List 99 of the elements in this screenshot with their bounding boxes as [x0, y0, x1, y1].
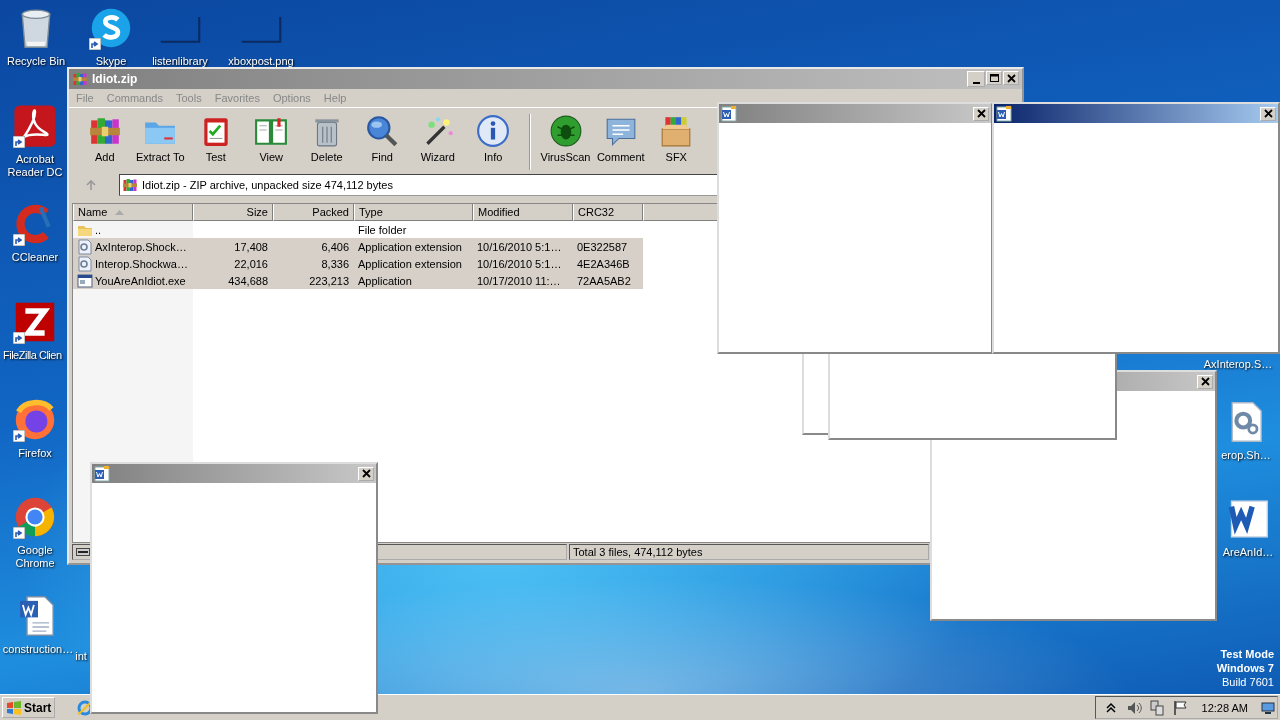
close-icon	[1262, 108, 1274, 119]
file-row[interactable]: AxInterop.Shock… 17,408 6,406 Application extension 10/16/2010 5:1… 0E322587	[73, 238, 643, 255]
toolbar-button[interactable]: Test	[188, 114, 244, 170]
browser-app-icon	[13, 495, 57, 539]
column-header[interactable]: Modified	[473, 204, 573, 221]
file-row[interactable]: Interop.Shockwa… 22,016 8,336 Application extension 10/16/2010 5:1… 4E2A346B	[73, 255, 643, 272]
file-row[interactable]: YouAreAnIdiot.exe 434,688 223,213 Application 10/17/2010 11:… 72AA5AB2	[73, 272, 643, 289]
minimize-button[interactable]	[967, 71, 985, 87]
table-cell: 223,213	[309, 274, 349, 287]
program-window-icon	[77, 272, 93, 289]
toolbar-button[interactable]: VirusScan	[529, 114, 593, 170]
table-cell: 10/16/2010 5:1…	[477, 240, 562, 253]
close-icon	[360, 468, 372, 479]
icon-label[interactable]: Skype	[95, 55, 127, 68]
clock[interactable]: 12:28 AM	[1201, 701, 1248, 714]
close-icon	[1199, 376, 1211, 387]
close-button[interactable]	[1260, 106, 1276, 121]
show-desktop-icon[interactable]	[1261, 700, 1275, 715]
icon-label[interactable]: Acrobat Reader DC	[3, 153, 67, 179]
column-header[interactable]: Size	[193, 204, 273, 221]
icon-label[interactable]: int	[75, 650, 87, 663]
drive-icon	[76, 548, 90, 556]
status-text: Total 3 files, 474,112 bytes	[573, 546, 703, 558]
icon-label[interactable]: listenlibrary	[152, 55, 208, 68]
close-button[interactable]	[358, 466, 374, 481]
network-icon[interactable]	[1147, 698, 1166, 717]
close-button[interactable]	[1003, 71, 1019, 85]
table-cell: 6,406	[321, 240, 349, 253]
table-cell: Interop.Shockwa…	[95, 257, 188, 270]
chat-app-icon	[89, 6, 133, 50]
icon-label[interactable]: Firefox	[18, 447, 52, 460]
watermark-text: Windows 7	[1216, 661, 1274, 675]
table-cell: 0E322587	[577, 240, 628, 253]
table-cell: 72AA5AB2	[577, 274, 631, 287]
table-cell: Application extension	[358, 257, 462, 270]
column-header[interactable]: Packed	[273, 204, 354, 221]
toolbar-button[interactable]: View	[243, 114, 299, 170]
table-cell: 10/17/2010 11:…	[477, 274, 561, 287]
column-header[interactable]: Name	[73, 204, 193, 221]
icon-label[interactable]: FileZilla Clien	[3, 349, 62, 362]
magnifier-icon	[365, 114, 400, 148]
up-arrow-icon	[85, 179, 97, 191]
icon-label[interactable]: AxInterop.S…	[1203, 358, 1273, 371]
table-cell: 17,408	[234, 240, 268, 253]
icon-label[interactable]: Google Chrome	[3, 544, 67, 570]
maximize-icon	[988, 72, 1000, 84]
ftp-app-icon	[13, 300, 57, 344]
archive-app-icon	[72, 71, 88, 87]
table-cell: 10/16/2010 5:1…	[477, 257, 562, 270]
close-button[interactable]	[973, 106, 989, 121]
windows-flag-icon	[6, 700, 22, 715]
close-button[interactable]	[1197, 374, 1213, 389]
toolbar-button[interactable]: Info	[465, 114, 521, 170]
watermark-text: Build 7601	[1221, 675, 1274, 689]
file-row[interactable]: .. File folder	[73, 221, 643, 238]
icon-label[interactable]: AreAnId…	[1222, 546, 1274, 559]
toolbar-button[interactable]: SFX	[648, 114, 704, 170]
archive-icon	[122, 177, 138, 193]
table-cell: ..	[95, 223, 102, 236]
bug-icon	[548, 114, 583, 148]
close-icon	[1005, 72, 1017, 84]
table-cell: AxInterop.Shock…	[95, 240, 187, 253]
table-cell: 8,336	[321, 257, 349, 270]
maximize-button[interactable]	[986, 71, 1002, 85]
toolbar-button[interactable]: Extract To	[132, 114, 188, 170]
pdf-app-icon	[13, 104, 57, 148]
gear-file-icon	[77, 238, 93, 255]
table-cell: Application extension	[358, 240, 462, 253]
document-icon	[721, 105, 737, 122]
gear-file-icon	[77, 255, 93, 272]
info-icon	[476, 114, 511, 148]
table-cell: YouAreAnIdiot.exe	[95, 274, 186, 287]
icon-label[interactable]: Recycle Bin	[6, 55, 66, 68]
minimize-icon	[972, 82, 980, 84]
icon-label[interactable]: construction…	[2, 643, 74, 656]
address-text: Idiot.zip - ZIP archive, unpacked size 474,112 bytes	[142, 179, 393, 191]
icon-label[interactable]: CCleaner	[11, 251, 59, 264]
sort-ascending-icon	[115, 209, 125, 215]
toolbar-button[interactable]: Delete	[299, 114, 355, 170]
document-icon	[996, 105, 1012, 122]
watermark-text: Test Mode	[1219, 647, 1274, 661]
document-icon	[94, 465, 110, 482]
window-title: Idiot.zip	[92, 72, 139, 86]
toolbar-button[interactable]: Wizard	[410, 114, 466, 170]
column-header[interactable]: Type	[354, 204, 473, 221]
browser-app-icon	[13, 398, 57, 442]
toolbar-button[interactable]: Add	[77, 114, 133, 170]
table-cell: File folder	[358, 223, 407, 236]
table-cell: Application	[358, 274, 412, 287]
table-cell: 22,016	[234, 257, 268, 270]
toolbar-button[interactable]: Comment	[593, 114, 649, 170]
icon-label[interactable]: erop.Sh…	[1221, 449, 1271, 462]
close-icon	[975, 108, 987, 119]
start-button[interactable]: Start	[2, 697, 56, 718]
column-header[interactable]: CRC32	[573, 204, 643, 221]
toolbar-button[interactable]: Find	[354, 114, 410, 170]
table-cell: 434,688	[228, 274, 268, 287]
icon-label[interactable]: xboxpost.png	[228, 55, 294, 68]
table-cell: 4E2A346B	[577, 257, 630, 270]
